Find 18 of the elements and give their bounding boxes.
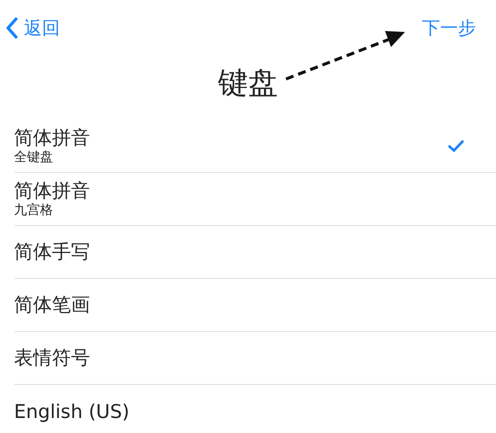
keyboard-row[interactable]: English (US) <box>14 385 496 433</box>
next-button[interactable]: 下一步 <box>422 14 476 42</box>
keyboard-row[interactable]: 表情符号 <box>14 332 496 385</box>
back-button[interactable]: 返回 <box>6 14 60 42</box>
keyboard-name: 表情符号 <box>14 346 91 370</box>
keyboard-layout: 全键盘 <box>14 150 54 166</box>
keyboard-row[interactable]: 简体拼音 全键盘 <box>14 120 496 173</box>
keyboard-name: 简体拼音 <box>14 126 91 150</box>
keyboard-row[interactable]: 简体手写 <box>14 226 496 279</box>
keyboard-layout: 九宫格 <box>14 203 54 219</box>
keyboard-name: 简体拼音 <box>14 179 91 203</box>
keyboard-row[interactable]: 简体拼音 九宫格 <box>14 173 496 226</box>
keyboard-name: 简体手写 <box>14 240 91 264</box>
page-title: 键盘 <box>218 64 278 102</box>
keyboard-row[interactable]: 简体笔画 <box>14 279 496 332</box>
keyboard-name: 简体笔画 <box>14 293 91 317</box>
chevron-left-icon <box>6 17 18 39</box>
keyboard-name: English (US) <box>14 400 130 424</box>
